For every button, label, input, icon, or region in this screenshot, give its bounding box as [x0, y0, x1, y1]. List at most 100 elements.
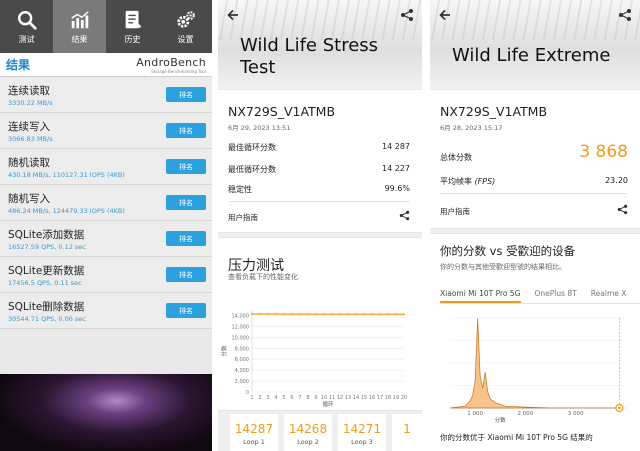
- extreme-panel: Wild Life Extreme NX729S_V1ATMB 6月 28, 2…: [430, 0, 640, 451]
- data-point: [347, 313, 349, 316]
- rank-button[interactable]: 排名: [166, 303, 206, 318]
- back-arrow-icon[interactable]: [438, 8, 452, 22]
- nav-tab-history[interactable]: 历史: [106, 0, 159, 53]
- result-row: 随机写入 486.24 MB/s, 124479.33 IOPS (4KB) 排名: [0, 185, 212, 221]
- loop-label: Loop 1: [243, 438, 265, 446]
- title-line: Test: [240, 57, 276, 78]
- device-tab[interactable]: Xiaomi Mi 10T Pro 5G: [440, 284, 521, 303]
- data-point: [387, 313, 389, 316]
- rank-button[interactable]: 排名: [166, 267, 206, 282]
- data-point: [315, 313, 317, 315]
- loop-score-card[interactable]: 14268 Loop 2: [284, 414, 332, 451]
- x-tick-label: 1: [250, 395, 253, 401]
- result-date: 6月 29, 2023 13:51: [228, 124, 291, 132]
- result-title: SQLite更新数据: [8, 264, 85, 277]
- rank-button[interactable]: 排名: [166, 231, 206, 246]
- y-tick-label: 2,000: [235, 379, 249, 385]
- result-date: 6月 28, 2023 15:17: [440, 124, 503, 132]
- x-tick-label: 13: [345, 395, 351, 401]
- data-point: [403, 313, 405, 316]
- worst-loop-row: 最低循环分数 14 227: [228, 164, 410, 175]
- share-icon[interactable]: [618, 8, 632, 22]
- device-tabs: Xiaomi Mi 10T Pro 5G OnePlus 8T Realme X: [440, 284, 640, 304]
- result-value: 3066.83 MB/s: [8, 134, 53, 143]
- loop-score-card[interactable]: 1: [392, 414, 422, 451]
- androbench-panel: 测试 结果 历史 设置 结果 AndroBench Storage Benchm…: [0, 0, 212, 451]
- data-point: [275, 313, 277, 315]
- rank-button[interactable]: 排名: [166, 87, 206, 102]
- result-title: 连续读取: [8, 84, 50, 97]
- user-guide-link[interactable]: 用户指南: [440, 206, 470, 217]
- loop-score: 14271: [342, 422, 382, 436]
- nav-tab-label: 测试: [18, 34, 35, 44]
- results-title: 结果: [6, 58, 31, 72]
- rank-button[interactable]: 排名: [166, 195, 206, 210]
- nav-tab-label: 设置: [177, 34, 194, 44]
- result-value: 430.18 MB/s, 110127.31 IOPS (4KB): [8, 170, 125, 179]
- worst-loop-value: 14 227: [382, 164, 410, 173]
- back-arrow-icon[interactable]: [226, 8, 240, 22]
- result-value: 30544.71 QPS, 0.06 sec: [8, 314, 86, 323]
- loop-score-card[interactable]: 14287 Loop 1: [230, 414, 278, 451]
- result-title: SQLite删除数据: [8, 300, 85, 313]
- x-tick-label: 15: [361, 395, 367, 401]
- title-line: Wild Life Stress: [240, 35, 379, 56]
- x-tick-label: 2 000: [518, 411, 534, 417]
- data-point: [291, 313, 293, 315]
- stress-test-panel: Wild Life Stress Test NX729S_V1ATMB 6月 2…: [218, 0, 422, 451]
- x-tick-label: 10: [321, 395, 327, 401]
- user-guide-link[interactable]: 用户指南: [228, 212, 258, 223]
- section-subtitle: 查看负载下的性能变化: [228, 273, 298, 281]
- x-tick-label: 7: [298, 395, 301, 401]
- share-icon[interactable]: [400, 8, 414, 22]
- androbench-logo: AndroBench Storage Benchmarking Tool: [136, 56, 206, 74]
- rank-button[interactable]: 排名: [166, 123, 206, 138]
- result-row: SQLite删除数据 30544.71 QPS, 0.06 sec 排名: [0, 293, 212, 329]
- gear-icon: [176, 10, 195, 28]
- result-row: 随机读取 430.18 MB/s, 110127.31 IOPS (4KB) 排名: [0, 149, 212, 185]
- result-title: 随机写入: [8, 192, 50, 205]
- data-point: [283, 313, 285, 315]
- y-tick-label: 4,000: [235, 368, 249, 374]
- y-tick-label: 6,000: [235, 357, 249, 363]
- share-icon[interactable]: [399, 210, 410, 221]
- x-tick-label: 16: [369, 395, 375, 401]
- score-distribution-chart: 1 000 2 000 3 000 分数: [449, 317, 626, 424]
- divider: [440, 193, 628, 194]
- loop-score: 1: [403, 422, 411, 436]
- nav-tab-settings[interactable]: 设置: [159, 0, 212, 53]
- result-value: 486.24 MB/s, 124479.33 IOPS (4KB): [8, 206, 125, 215]
- data-point: [331, 313, 333, 316]
- data-point: [323, 313, 325, 316]
- chart-icon: [70, 10, 89, 28]
- result-row: SQLite添加数据 16527.59 QPS, 0.12 sec 排名: [0, 221, 212, 257]
- wallpaper-background: [0, 374, 212, 451]
- x-tick-label: 20: [401, 395, 407, 401]
- data-point: [371, 313, 373, 316]
- logo-name: AndroBench: [136, 55, 206, 69]
- result-row: 连续写入 3066.83 MB/s 排名: [0, 113, 212, 149]
- data-point: [379, 313, 381, 316]
- y-axis-label: 分数: [220, 345, 228, 357]
- x-tick-label: 1 000: [467, 411, 483, 417]
- nav-tab-results[interactable]: 结果: [53, 0, 106, 53]
- device-tab[interactable]: Realme X: [591, 284, 627, 303]
- result-value: 3330.22 MB/s: [8, 98, 53, 107]
- data-point: [299, 313, 301, 316]
- nav-tab-test[interactable]: 测试: [0, 0, 53, 53]
- stability-value: 99.6%: [384, 184, 410, 193]
- y-tick-label: 12,000: [232, 324, 250, 330]
- comparison-subtitle: 你的分数与其他受歡迎型號的结果相比。: [440, 263, 566, 271]
- best-loop-row: 最佳循环分数 14 287: [228, 142, 410, 153]
- loop-score-card[interactable]: 14271 Loop 3: [338, 414, 386, 451]
- divider: [228, 201, 410, 202]
- document-icon: [125, 10, 141, 28]
- rank-button[interactable]: 排名: [166, 159, 206, 174]
- stress-line-chart: 0 2,000 4,000 6,000 8,000 10,000 12,000 14,000 1…: [220, 310, 407, 408]
- device-tab[interactable]: OnePlus 8T: [535, 284, 577, 303]
- result-title: 连续写入: [8, 120, 50, 133]
- result-card: NX729S_V1ATMB 6月 29, 2023 13:51 最佳循环分数 14…: [218, 90, 422, 232]
- y-tick-label: 10,000: [232, 335, 250, 341]
- y-tick-label: 8,000: [235, 346, 249, 352]
- share-icon[interactable]: [617, 204, 628, 215]
